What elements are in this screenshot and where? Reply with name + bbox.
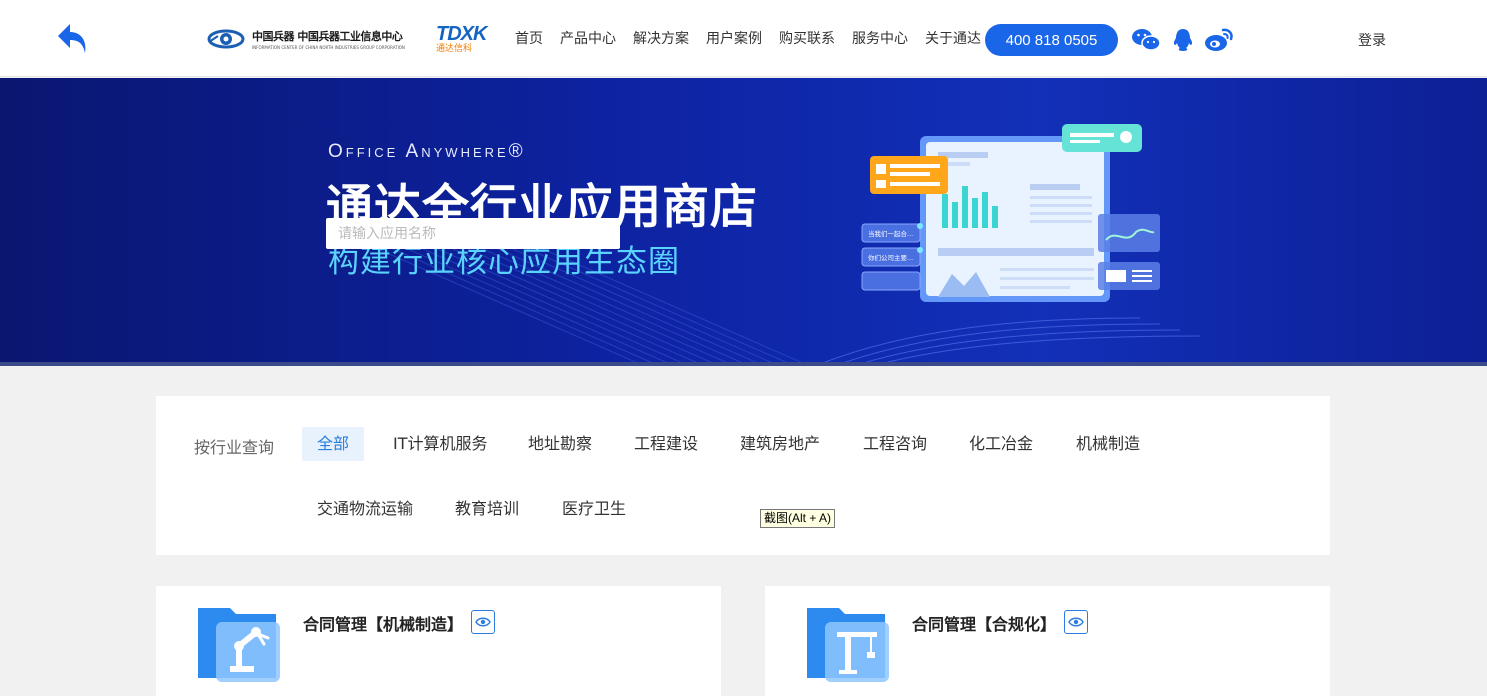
filter-chip-consulting[interactable]: 工程咨询	[848, 427, 942, 461]
weibo-icon[interactable]	[1203, 24, 1235, 56]
app-search-input[interactable]	[326, 218, 620, 249]
banner-divider	[0, 362, 1487, 366]
filter-chip-all[interactable]: 全部	[302, 427, 365, 461]
chat-bubble-2: 你们公司主要...	[868, 253, 913, 262]
norinco-emblem-icon	[207, 29, 245, 49]
filter-chip-medical[interactable]: 医疗卫生	[547, 492, 641, 526]
login-link[interactable]: 登录	[1358, 30, 1386, 50]
filter-label: 按行业查询	[194, 438, 275, 457]
filter-chip-education[interactable]: 教育培训	[440, 492, 534, 526]
tdxk-sub: 通达信科	[436, 44, 473, 54]
logo-en-name: INFORMATION CENTER OF CHINA NORTH INDUST…	[252, 45, 405, 50]
back-arrow-icon[interactable]	[56, 20, 92, 60]
chat-bubble-1: 当我们一起合...	[868, 229, 913, 238]
nav-home[interactable]: 首页	[515, 28, 543, 50]
app-title[interactable]: 合同管理【合规化】	[912, 611, 1056, 635]
tower-crane-icon	[807, 608, 889, 682]
filter-chip-real-estate[interactable]: 建筑房地产	[725, 427, 835, 461]
nav-cases[interactable]: 用户案例	[706, 28, 762, 50]
nav-purchase[interactable]: 购买联系	[779, 28, 835, 50]
tdxk-mark: TDXK	[436, 23, 487, 45]
top-header: 中国兵器 中国兵器工业信息中心 INFORMATION CENTER OF CH…	[0, 0, 1487, 77]
app-title[interactable]: 合同管理【机械制造】	[303, 611, 463, 635]
nav-service[interactable]: 服务中心	[852, 28, 908, 50]
app-card[interactable]: 合同管理【机械制造】	[156, 586, 721, 696]
phone-button[interactable]: 400 818 0505	[985, 24, 1118, 56]
main-nav: 首页 产品中心 解决方案 用户案例 购买联系 服务中心 关于通达	[515, 28, 998, 50]
tdxk-logo[interactable]: TDXK 通达信科	[436, 24, 500, 54]
screenshot-tooltip: 截图(Alt + A)	[760, 509, 836, 528]
robot-arm-icon	[198, 608, 280, 682]
wechat-icon[interactable]	[1130, 24, 1162, 56]
filter-chip-survey[interactable]: 地址勘察	[513, 427, 607, 461]
nav-about[interactable]: 关于通达	[925, 28, 981, 50]
qq-icon[interactable]	[1167, 24, 1199, 56]
filter-chip-logistics[interactable]: 交通物流运输	[302, 492, 428, 526]
banner-product-name: Office Anywhere®	[328, 141, 526, 162]
logo-cn-name: 中国兵器 中国兵器工业信息中心	[252, 30, 403, 43]
filter-chip-machinery[interactable]: 机械制造	[1061, 427, 1155, 461]
filter-chip-it[interactable]: IT计算机服务	[378, 427, 503, 461]
nav-products[interactable]: 产品中心	[560, 28, 616, 50]
preview-eye-icon[interactable]	[471, 610, 495, 634]
industry-filter-panel: 按行业查询 全部 IT计算机服务 地址勘察 工程建设 建筑房地产 工程咨询 化工…	[156, 396, 1330, 555]
preview-eye-icon[interactable]	[1064, 610, 1088, 634]
hero-banner: Office Anywhere® 通达全行业应用商店 构建行业核心应用生态圈 当…	[0, 78, 1487, 364]
app-card[interactable]: 合同管理【合规化】	[765, 586, 1330, 696]
filter-chip-construction[interactable]: 工程建设	[619, 427, 713, 461]
nav-solutions[interactable]: 解决方案	[633, 28, 689, 50]
filter-chip-chemical[interactable]: 化工冶金	[954, 427, 1048, 461]
dashboard-illustration-icon: 当我们一起合... 你们公司主要...	[861, 124, 1160, 302]
norinco-logo[interactable]: 中国兵器 中国兵器工业信息中心 INFORMATION CENTER OF CH…	[206, 22, 405, 56]
